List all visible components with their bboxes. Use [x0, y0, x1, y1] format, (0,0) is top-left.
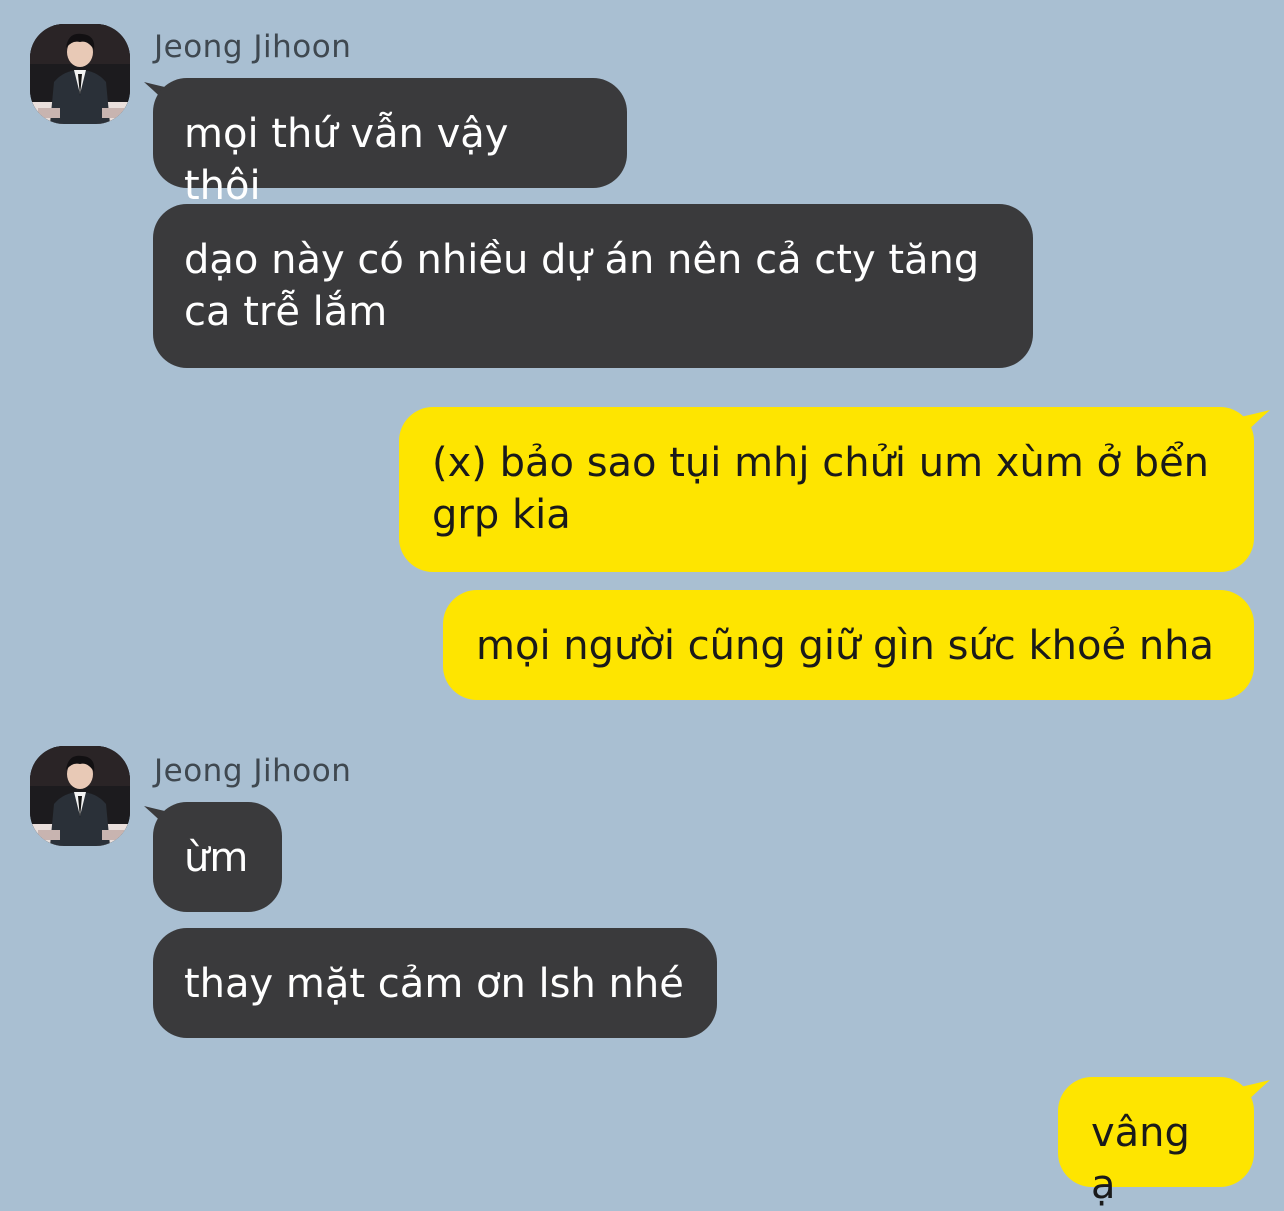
message-bubble-incoming[interactable]: thay mặt cảm ơn lsh nhé	[153, 928, 717, 1038]
message-text: dạo này có nhiều dự án nên cả cty tăng c…	[184, 237, 980, 335]
message-text: (x) bảo sao tụi mhj chửi um xùm ở bển gr…	[432, 440, 1210, 538]
profile-photo-icon	[30, 24, 130, 124]
message-bubble-incoming[interactable]: ừm	[153, 802, 282, 912]
sender-avatar[interactable]	[30, 24, 130, 124]
message-bubble-outgoing[interactable]: (x) bảo sao tụi mhj chửi um xùm ở bển gr…	[399, 407, 1254, 572]
message-text: thay mặt cảm ơn lsh nhé	[184, 961, 684, 1007]
sender-avatar[interactable]	[30, 746, 130, 846]
profile-photo-icon	[30, 746, 130, 846]
message-bubble-outgoing[interactable]: mọi người cũng giữ gìn sức khoẻ nha	[443, 590, 1254, 700]
message-bubble-incoming[interactable]: dạo này có nhiều dự án nên cả cty tăng c…	[153, 204, 1033, 368]
sender-name: Jeong Jihoon	[154, 29, 352, 65]
message-text: ừm	[184, 835, 249, 881]
message-text: mọi người cũng giữ gìn sức khoẻ nha	[476, 623, 1215, 669]
message-text: vâng ạ	[1091, 1110, 1190, 1208]
sender-name: Jeong Jihoon	[154, 753, 352, 789]
message-bubble-outgoing[interactable]: vâng ạ	[1058, 1077, 1254, 1208]
message-bubble-incoming[interactable]: mọi thứ vẫn vậy thôi	[153, 78, 627, 209]
message-text: mọi thứ vẫn vậy thôi	[184, 111, 509, 209]
